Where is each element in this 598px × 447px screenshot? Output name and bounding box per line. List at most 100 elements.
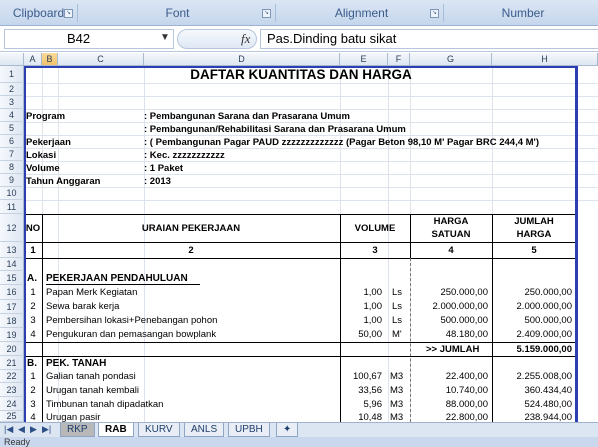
tab-rab[interactable]: RAB	[98, 423, 134, 437]
item-desc: Pembersihan lokasi+Penebangan pohon	[46, 315, 218, 326]
sheet-tab-bar: |◀ ◀ ▶ ▶| RKP RAB KURV ANLS UPBH ✦	[0, 422, 598, 437]
row-header[interactable]: 16	[0, 285, 24, 300]
column-header-c[interactable]: C	[58, 53, 144, 66]
item-total: 524.480,00	[524, 399, 572, 410]
tab-upbh[interactable]: UPBH	[228, 423, 270, 437]
item-desc: Papan Merk Kegiatan	[46, 287, 138, 298]
item-unit: M3	[390, 385, 404, 396]
info-value-lokasi: : Kec. zzzzzzzzzzz	[144, 150, 225, 161]
item-unit: M3	[390, 399, 404, 410]
sheet-title: DAFTAR KUANTITAS DAN HARGA	[190, 67, 412, 82]
row-header[interactable]: 24	[0, 397, 24, 411]
item-no: 4	[30, 412, 36, 422]
row-header[interactable]: 5	[0, 122, 24, 135]
row-header[interactable]: 19	[0, 328, 24, 342]
row-header[interactable]: 13	[0, 242, 24, 258]
ribbon-group-number[interactable]: Number	[448, 4, 598, 22]
column-header-b[interactable]: B	[42, 53, 58, 66]
item-total: 360.434,40	[524, 385, 572, 396]
info-value-pekerjaan: : ( Pembangunan Pagar PAUD zzzzzzzzzzzzz…	[144, 137, 539, 148]
ribbon-group-font[interactable]: Font ↘	[80, 4, 276, 22]
header-jumlah-1: JUMLAH	[514, 216, 554, 227]
item-total: 2.409.000,00	[516, 329, 572, 340]
dialog-launcher-icon[interactable]: ↘	[430, 9, 439, 18]
prev-sheet-icon[interactable]: ◀	[18, 424, 25, 435]
alignment-group-label: Alignment	[334, 6, 389, 20]
insert-sheet-icon[interactable]: ✦	[276, 423, 298, 437]
item-unit: M3	[390, 371, 404, 382]
section-b-title: PEK. TANAH	[46, 358, 107, 369]
section-b-letter: B.	[27, 358, 37, 369]
ribbon-group-alignment[interactable]: Alignment ↘	[280, 4, 444, 22]
item-price: 10.740,00	[445, 385, 488, 396]
status-bar: Ready	[0, 437, 598, 447]
row-header[interactable]: 14	[0, 258, 24, 271]
tab-anls[interactable]: ANLS	[184, 423, 225, 437]
item-total: 2.000.000,00	[516, 301, 572, 312]
row-header[interactable]: 15	[0, 271, 24, 285]
info-label-program: Program	[26, 111, 66, 122]
page-break-line	[575, 66, 578, 422]
select-all-corner[interactable]	[0, 53, 24, 66]
worksheet-grid[interactable]: DAFTAR KUANTITAS DAN HARGA Program : Pem…	[24, 66, 598, 422]
column-header-f[interactable]: F	[388, 53, 410, 66]
row-header[interactable]: 12	[0, 214, 24, 242]
header-no: NO	[25, 223, 41, 234]
info-label-lokasi: Lokasi	[26, 150, 57, 161]
row-header[interactable]: 21	[0, 356, 24, 370]
row-header[interactable]: 23	[0, 383, 24, 397]
name-box[interactable]: B42	[4, 29, 174, 49]
item-no: 2	[30, 301, 36, 312]
row-header[interactable]: 18	[0, 314, 24, 328]
formula-bar: B42 ▼ fx Pas.Dinding batu sikat	[0, 26, 598, 52]
column-header-a[interactable]: A	[24, 53, 42, 66]
insert-function-icon[interactable]: fx	[241, 31, 250, 47]
item-vol: 33,56	[358, 385, 382, 396]
row-header[interactable]: 10	[0, 187, 24, 200]
formula-input[interactable]: Pas.Dinding batu sikat	[260, 29, 598, 49]
item-unit: Ls	[392, 315, 403, 326]
first-sheet-icon[interactable]: |◀	[4, 424, 13, 435]
header-num-2: 2	[188, 245, 194, 256]
item-unit: M3	[390, 412, 404, 422]
tab-rkp[interactable]: RKP	[60, 423, 95, 437]
row-header[interactable]: 2	[0, 83, 24, 96]
column-header-d[interactable]: D	[144, 53, 340, 66]
next-sheet-icon[interactable]: ▶	[30, 424, 37, 435]
chevron-down-icon[interactable]: ▼	[160, 32, 170, 43]
row-header[interactable]: 7	[0, 148, 24, 161]
item-desc: Urugan pasir	[46, 412, 101, 422]
row-header[interactable]: 11	[0, 200, 24, 214]
row-header[interactable]: 17	[0, 300, 24, 314]
item-total: 500.000,00	[524, 315, 572, 326]
header-num-5: 5	[531, 245, 537, 256]
item-price: 500.000,00	[440, 315, 488, 326]
item-unit: M'	[392, 329, 402, 340]
tab-kurv[interactable]: KURV	[138, 423, 180, 437]
row-header[interactable]: 1	[0, 66, 24, 83]
header-num-3: 3	[372, 245, 378, 256]
column-header-g[interactable]: G	[410, 53, 492, 66]
column-header-e[interactable]: E	[340, 53, 388, 66]
row-header[interactable]: 22	[0, 370, 24, 383]
last-sheet-icon[interactable]: ▶|	[42, 424, 51, 435]
row-header[interactable]: 20	[0, 342, 24, 356]
item-vol: 10,48	[358, 412, 382, 422]
section-a-letter: A.	[27, 273, 37, 284]
dialog-launcher-icon[interactable]: ↘	[64, 9, 73, 18]
ribbon-group-clipboard[interactable]: Clipboard ↘	[0, 4, 78, 22]
row-header[interactable]: 25	[0, 411, 24, 422]
item-desc: Sewa barak kerja	[46, 301, 120, 312]
row-header[interactable]: 3	[0, 96, 24, 109]
column-header-h[interactable]: H	[492, 53, 598, 66]
item-unit: Ls	[392, 287, 403, 298]
header-jumlah-2: HARGA	[516, 229, 552, 240]
item-no: 3	[30, 399, 36, 410]
dialog-launcher-icon[interactable]: ↘	[262, 9, 271, 18]
item-vol: 1,00	[363, 301, 383, 312]
row-header[interactable]: 8	[0, 161, 24, 174]
info-value-program-2: : Pembangunan/Rehabilitasi Sarana dan Pr…	[144, 124, 406, 135]
row-header[interactable]: 9	[0, 174, 24, 187]
row-header[interactable]: 4	[0, 109, 24, 122]
row-header[interactable]: 6	[0, 135, 24, 148]
